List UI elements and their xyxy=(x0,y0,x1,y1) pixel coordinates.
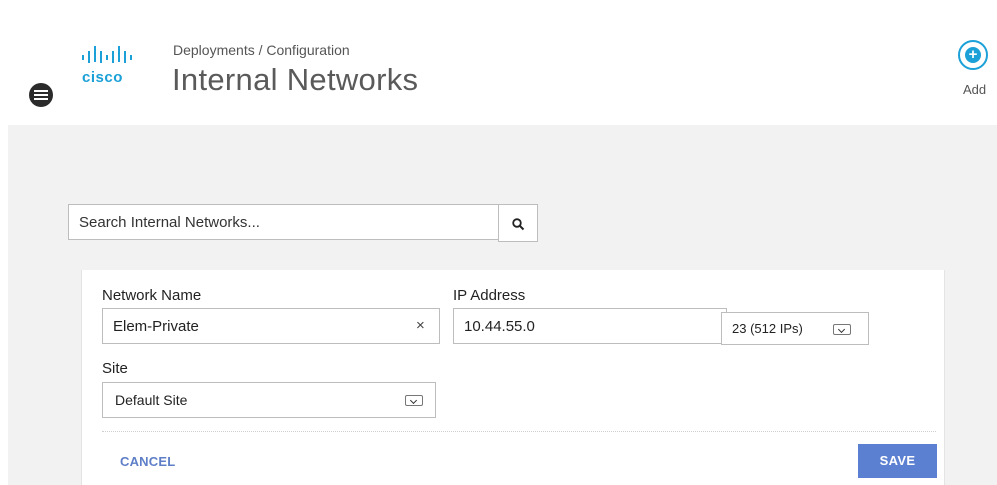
ip-address-input[interactable] xyxy=(453,308,727,344)
clear-network-name-icon[interactable]: × xyxy=(416,317,425,334)
search-icon xyxy=(512,218,525,231)
search-input[interactable] xyxy=(68,204,498,240)
app-header: cisco Deployments / Configuration Intern… xyxy=(0,0,997,125)
subnet-prefix-select[interactable]: 23 (512 IPs) xyxy=(721,312,869,345)
chevron-down-icon xyxy=(833,324,851,335)
cisco-logo: cisco xyxy=(80,46,154,86)
breadcrumb: Deployments / Configuration xyxy=(173,42,350,58)
hamburger-menu-icon[interactable] xyxy=(29,83,53,107)
add-button-label[interactable]: Add xyxy=(963,82,986,97)
save-button[interactable]: SAVE xyxy=(858,444,937,478)
add-button[interactable]: + xyxy=(958,40,988,70)
plus-circle-icon: + xyxy=(965,47,981,63)
subnet-prefix-value: 23 (512 IPs) xyxy=(732,321,803,336)
network-form: Network Name × IP Address 23 (512 IPs) S… xyxy=(81,270,945,485)
site-value: Default Site xyxy=(115,392,188,408)
network-name-input[interactable] xyxy=(102,308,440,344)
site-select[interactable]: Default Site xyxy=(102,382,436,418)
search-button[interactable] xyxy=(498,204,538,242)
cisco-logo-bars-icon xyxy=(82,46,132,63)
form-divider xyxy=(102,431,936,432)
page-title: Internal Networks xyxy=(172,62,419,97)
cisco-logo-text: cisco xyxy=(82,69,123,86)
cancel-button[interactable]: CANCEL xyxy=(120,454,175,469)
ip-address-label: IP Address xyxy=(453,287,526,304)
site-label: Site xyxy=(102,360,128,377)
chevron-down-icon xyxy=(405,395,423,406)
search-bar xyxy=(68,204,539,242)
main-content: Network Name × IP Address 23 (512 IPs) S… xyxy=(8,125,997,485)
network-name-label: Network Name xyxy=(102,287,202,304)
